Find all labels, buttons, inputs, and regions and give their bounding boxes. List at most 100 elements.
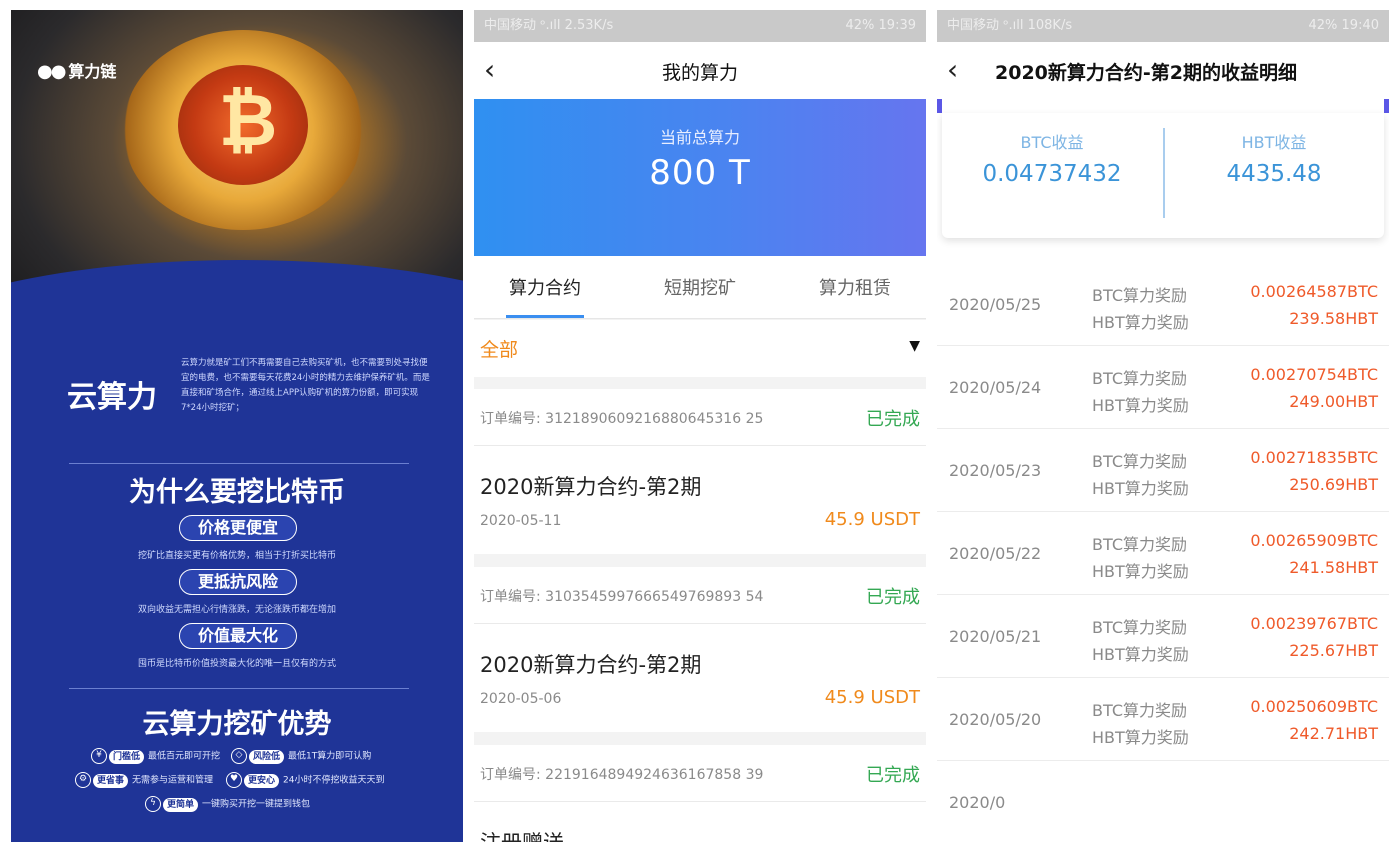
feature-item: ϟ 更简单 一键购买开挖一键提到钱包 (145, 796, 310, 812)
btc-income-value: 0.04737432 (982, 161, 1122, 187)
order-header: 订单编号: 2219164894924636167858 39 已完成 (474, 745, 926, 802)
record-btc-value: 0.00264587BTC (1250, 282, 1378, 301)
order-number: 订单编号: 3121890609216880645316 25 (480, 411, 764, 427)
filter-dropdown[interactable]: 全部 ▼ (474, 320, 926, 377)
total-power-card: 当前总算力 800 T (474, 99, 926, 256)
total-power-label: 当前总算力 (659, 128, 740, 147)
record-date: 2020/05/25 (949, 295, 1042, 314)
tab-power-contract[interactable]: 算力合约 (474, 274, 620, 300)
order-number: 订单编号: 2219164894924636167858 39 (480, 767, 764, 783)
order-card[interactable]: 订单编号: 3121890609216880645316 25 已完成 2020… (474, 389, 926, 554)
record-btc-name: BTC算力奖励 (1092, 369, 1187, 388)
record-btc-name: BTC算力奖励 (1092, 535, 1187, 554)
order-name: 2020新算力合约-第2期 (480, 653, 702, 677)
order-card[interactable]: 订单编号: 3103545997666549769893 54 已完成 2020… (474, 567, 926, 732)
status-left: 中国移动 ᵒ.ıll 2.53K/s (484, 18, 614, 33)
income-record: 2020/05/24 BTC算力奖励 HBT算力奖励 0.00270754BTC… (937, 346, 1389, 429)
filter-value: 全部 (480, 339, 519, 361)
status-bar: 中国移动 ᵒ.ıll 2.53K/s 42% 19:39 (474, 10, 926, 42)
reason-pill: 价格更便宜 (179, 515, 297, 541)
order-status: 已完成 (866, 765, 920, 786)
record-hbt-value: 239.58HBT (1289, 309, 1378, 328)
feature-item: ⚙ 更省事 无需参与运营和管理 (75, 772, 213, 788)
back-arrow-icon[interactable]: ‹ (947, 56, 977, 86)
promo-poster: ₿ ●● 算力链 云算力 云算力就是矿工们不再需要自己去购买矿机，也不需要到处寻找… (11, 10, 463, 842)
reason-desc: 挖矿比直接买更有价格优势，相当于打折买比特币 (137, 551, 336, 561)
order-name: 注册赠送 (480, 827, 564, 842)
divider (69, 463, 409, 464)
income-record: 2020/05/21 BTC算力奖励 HBT算力奖励 0.00239767BTC… (937, 595, 1389, 678)
record-btc-value: 0.00265909BTC (1250, 531, 1378, 550)
bitcoin-icon: ₿ (218, 78, 278, 162)
order-date: 2020-05-06 (480, 691, 562, 707)
status-right: 42% 19:40 (1308, 18, 1380, 33)
record-hbt-value: 241.58HBT (1289, 558, 1378, 577)
cloud-power-title: 云算力 (67, 380, 157, 415)
record-date: 2020/05/24 (949, 378, 1042, 397)
record-date: 2020/05/22 (949, 544, 1042, 563)
order-card[interactable]: 订单编号: 2219164894924636167858 39 已完成 注册赠送 (474, 745, 926, 842)
heart-icon: ♥ (226, 772, 242, 788)
caret-down-icon: ▼ (909, 338, 920, 354)
record-hbt-name: HBT算力奖励 (1092, 396, 1189, 415)
coin-icon: ¥ (91, 748, 107, 764)
record-btc-name: BTC算力奖励 (1092, 452, 1187, 471)
order-price: 45.9 USDT (824, 509, 920, 530)
active-tab-indicator (506, 315, 584, 318)
income-record: 2020/05/23 BTC算力奖励 HBT算力奖励 0.00271835BTC… (937, 429, 1389, 512)
record-hbt-value: 225.67HBT (1289, 641, 1378, 660)
record-hbt-name: HBT算力奖励 (1092, 313, 1189, 332)
page-title: 我的算力 (661, 62, 738, 84)
record-hbt-name: HBT算力奖励 (1092, 562, 1189, 581)
hbt-income-value: 4435.48 (1226, 161, 1322, 187)
record-btc-value: 0.00270754BTC (1250, 365, 1378, 384)
nav-bar: ‹ 我的算力 (474, 42, 926, 99)
order-header: 订单编号: 3103545997666549769893 54 已完成 (474, 567, 926, 624)
record-date-partial: 2020/0 (949, 793, 1006, 812)
reason-pill: 更抵抗风险 (179, 569, 297, 595)
record-date: 2020/05/21 (949, 627, 1042, 646)
my-hash-power-screen: 中国移动 ᵒ.ıll 2.53K/s 42% 19:39 ‹ 我的算力 当前总算… (474, 10, 926, 842)
hbt-income-label: HBT收益 (1241, 133, 1307, 152)
order-price: 45.9 USDT (824, 687, 920, 708)
divider (69, 688, 409, 689)
nav-bar: ‹ 2020新算力合约-第2期的收益明细 (937, 42, 1389, 99)
status-left: 中国移动 ᵒ.ıll 108K/s (947, 18, 1073, 33)
income-record: 2020/05/20 BTC算力奖励 HBT算力奖励 0.00250609BTC… (937, 678, 1389, 761)
income-record: 2020/05/22 BTC算力奖励 HBT算力奖励 0.00265909BTC… (937, 512, 1389, 595)
brand-logo: ●● 算力链 (37, 61, 117, 82)
record-hbt-name: HBT算力奖励 (1092, 728, 1189, 747)
order-name: 2020新算力合约-第2期 (480, 475, 702, 499)
record-hbt-value: 249.00HBT (1289, 392, 1378, 411)
accent-bar-left (937, 99, 942, 113)
feature-item: ¥ 门槛低 最低百元即可开挖 (91, 748, 220, 764)
order-status: 已完成 (866, 409, 920, 430)
status-right: 42% 19:39 (845, 18, 917, 33)
record-hbt-name: HBT算力奖励 (1092, 479, 1189, 498)
record-date: 2020/05/23 (949, 461, 1042, 480)
order-header: 订单编号: 3121890609216880645316 25 已完成 (474, 389, 926, 446)
why-mine-title: 为什么要挖比特币 (129, 477, 345, 508)
order-date: 2020-05-11 (480, 513, 562, 529)
tab-short-term-mining[interactable]: 短期挖矿 (625, 274, 775, 300)
record-hbt-name: HBT算力奖励 (1092, 645, 1189, 664)
page-title: 2020新算力合约-第2期的收益明细 (995, 62, 1297, 84)
reason-pill: 价值最大化 (179, 623, 297, 649)
gear-icon: ⚙ (75, 772, 91, 788)
shield-icon: ◇ (231, 748, 247, 764)
order-status: 已完成 (866, 587, 920, 608)
cloud-power-description: 云算力就是矿工们不再需要自己去购买矿机，也不需要到处寻找便宜的电费，也不需要每天… (181, 358, 430, 413)
tab-power-lease[interactable]: 算力租赁 (780, 274, 926, 300)
status-bar: 中国移动 ᵒ.ıll 108K/s 42% 19:40 (937, 10, 1389, 42)
feature-item: ♥ 更安心 24小时不停挖收益天天到 (226, 772, 384, 788)
total-power-value: 800 T (649, 153, 751, 193)
record-btc-value: 0.00271835BTC (1250, 448, 1378, 467)
income-detail-screen: 中国移动 ᵒ.ıll 108K/s 42% 19:40 ‹ 2020新算力合约-… (937, 10, 1389, 842)
reason-desc: 双向收益无需担心行情涨跌，无论涨跌币都在增加 (137, 605, 336, 615)
btc-income-label: BTC收益 (1020, 133, 1084, 152)
income-summary-card: BTC收益 0.04737432 HBT收益 4435.48 (942, 113, 1384, 238)
record-date: 2020/05/20 (949, 710, 1042, 729)
order-number: 订单编号: 3103545997666549769893 54 (480, 589, 764, 605)
header-accent (937, 99, 1389, 113)
record-btc-name: BTC算力奖励 (1092, 618, 1187, 637)
